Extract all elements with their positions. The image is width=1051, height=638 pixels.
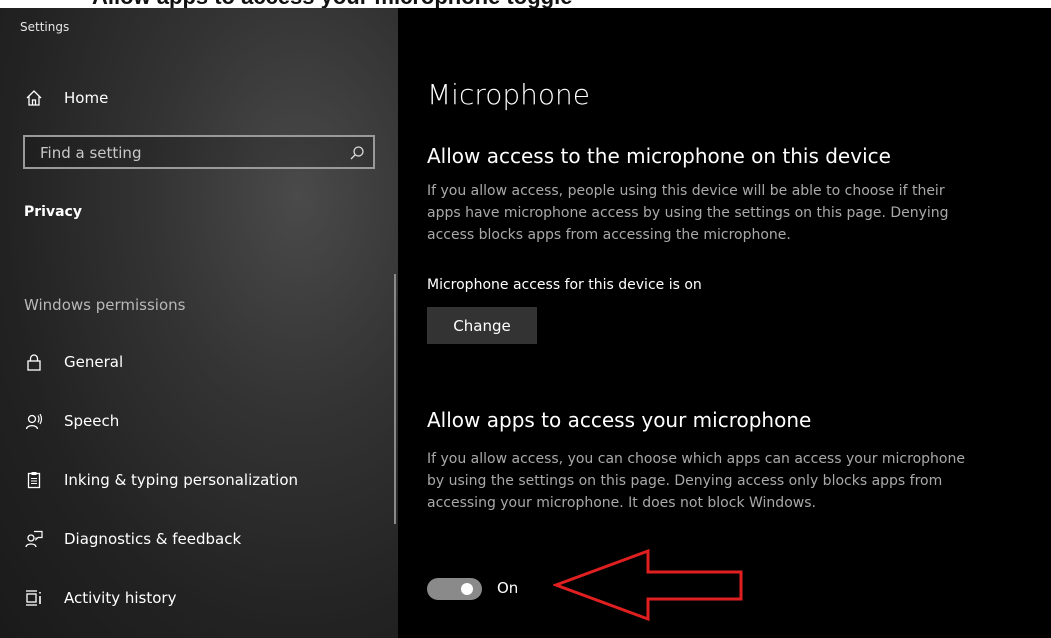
- sidebar-item-activity-history[interactable]: Activity history: [0, 576, 398, 620]
- search-placeholder: Find a setting: [40, 144, 142, 162]
- feedback-icon: [24, 529, 44, 549]
- settings-window: Settings Home Find a setting Privacy Win…: [0, 8, 1051, 638]
- home-label: Home: [64, 89, 109, 107]
- sidebar-item-label: Speech: [64, 412, 120, 430]
- main-content: Microphone Allow access to the microphon…: [398, 8, 1051, 638]
- sidebar-item-diagnostics[interactable]: Diagnostics & feedback: [0, 517, 398, 561]
- lock-icon: [24, 352, 44, 372]
- clipboard-icon: [24, 470, 44, 490]
- home-nav-item[interactable]: Home: [0, 76, 398, 120]
- caption-text: Allow apps to access your microphone tog…: [92, 0, 572, 8]
- toggle-knob: [461, 583, 473, 595]
- toggle-state-label: On: [497, 579, 519, 597]
- search-icon: [349, 145, 365, 161]
- sidebar-item-general[interactable]: General: [0, 340, 398, 384]
- device-access-status: Microphone access for this device is on: [427, 277, 702, 293]
- change-button[interactable]: Change: [427, 307, 537, 344]
- sidebar-item-label: Inking & typing personalization: [64, 471, 299, 489]
- home-icon: [24, 88, 44, 108]
- sidebar-item-label: Activity history: [64, 589, 177, 607]
- device-access-heading: Allow access to the microphone on this d…: [427, 144, 891, 168]
- app-access-description: If you allow access, you can choose whic…: [427, 451, 965, 511]
- section-heading-privacy: Privacy: [24, 204, 82, 220]
- sidebar-item-label: General: [64, 353, 124, 371]
- window-title: Settings: [20, 20, 70, 34]
- group-title: Windows permissions: [24, 296, 186, 314]
- search-input[interactable]: Find a setting: [23, 135, 375, 169]
- page-title: Microphone: [427, 78, 590, 111]
- app-access-toggle[interactable]: [427, 578, 482, 600]
- sidebar: Settings Home Find a setting Privacy Win…: [0, 8, 398, 638]
- speech-icon: [24, 411, 44, 431]
- app-access-heading: Allow apps to access your microphone: [427, 408, 812, 432]
- sidebar-item-speech[interactable]: Speech: [0, 399, 398, 443]
- sidebar-item-label: Diagnostics & feedback: [64, 530, 242, 548]
- red-arrow-annotation: [553, 548, 743, 622]
- sidebar-scrollbar[interactable]: [394, 274, 396, 524]
- activity-icon: [24, 588, 44, 608]
- caption-strip: Allow apps to access your microphone tog…: [0, 0, 1051, 8]
- sidebar-item-inking-typing[interactable]: Inking & typing personalization: [0, 458, 398, 502]
- device-access-description: If you allow access, people using this d…: [427, 183, 949, 243]
